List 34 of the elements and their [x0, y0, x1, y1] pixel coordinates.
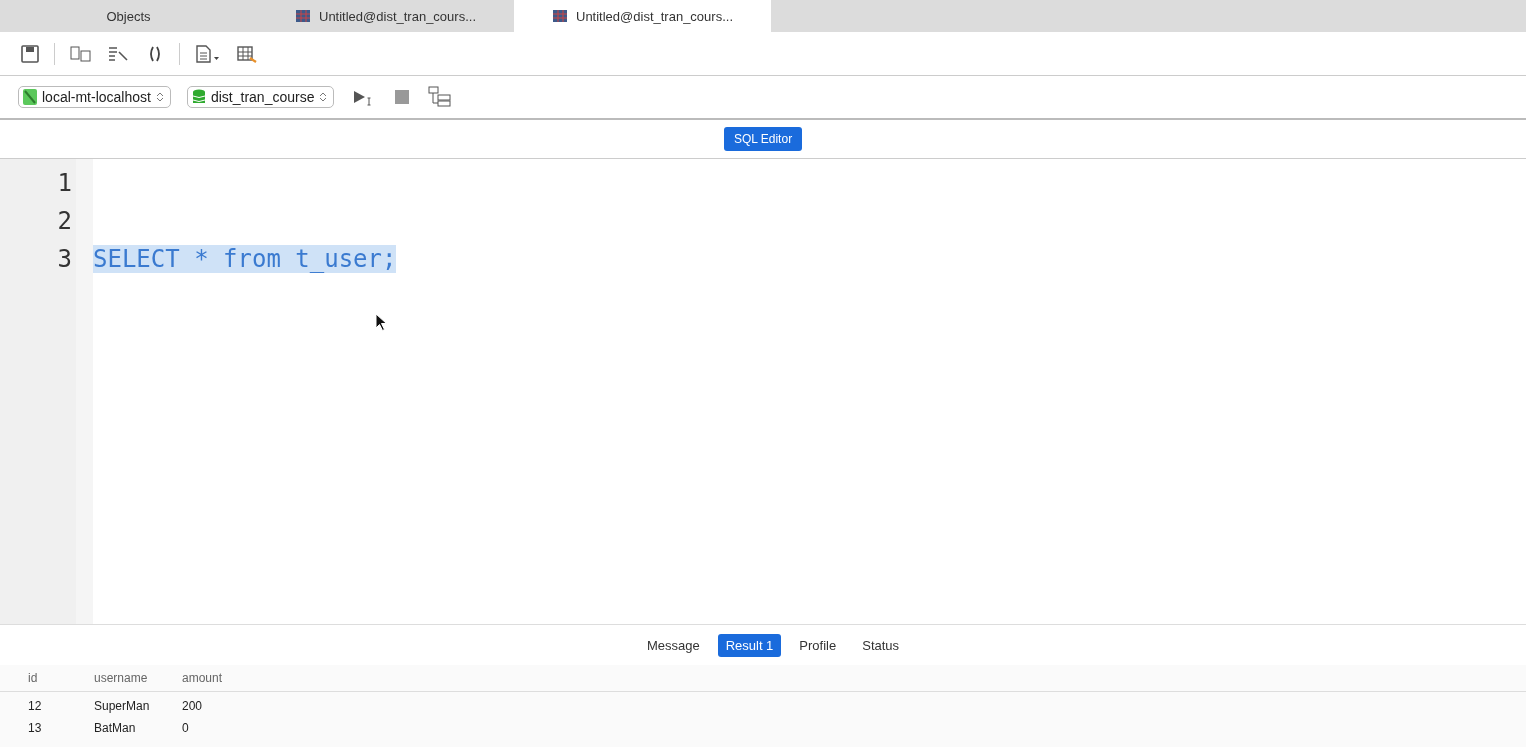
editor-tab[interactable]: Untitled@dist_tran_cours... [257, 0, 514, 32]
document-dropdown-icon[interactable] [194, 43, 222, 64]
table-cell-text: 13 [28, 721, 43, 735]
result-tab[interactable]: Status [854, 633, 908, 657]
result-tab[interactable]: Result 1 [717, 633, 782, 657]
database-icon [191, 89, 206, 105]
stepper-icon [155, 91, 164, 103]
editor-tab[interactable]: Objects [0, 0, 257, 32]
stepper-icon [319, 91, 328, 103]
line-number: 3 [56, 244, 73, 275]
sql-editor-label: SQL Editor [723, 127, 803, 151]
stop-icon[interactable] [394, 89, 411, 105]
result-tab[interactable]: Profile [791, 633, 845, 657]
mouse-pointer-icon [375, 313, 387, 331]
editor-tab[interactable]: Untitled@dist_tran_cours... [514, 0, 771, 32]
connection-select[interactable]: local-mt-localhost [18, 86, 171, 108]
result-tab[interactable]: Message [638, 633, 708, 657]
database-select[interactable]: dist_tran_course [186, 86, 335, 108]
split-panel-icon[interactable] [69, 43, 93, 64]
connection-icon [23, 89, 37, 105]
line-number: 2 [56, 206, 73, 237]
table-cell-text: 0 [182, 721, 190, 735]
save-icon[interactable] [20, 43, 40, 64]
explain-icon[interactable] [428, 86, 453, 108]
line-number: 1 [56, 168, 73, 199]
table-icon [295, 8, 311, 24]
column-header: id [28, 671, 39, 685]
table-cell-text: 12 [28, 699, 43, 713]
column-header: amount [182, 671, 224, 685]
table-cell-text: 200 [182, 699, 204, 713]
table-cell-text: BatMan [94, 721, 137, 735]
table-icon [552, 8, 568, 24]
table-cell-text: SuperMan [94, 699, 151, 713]
column-header: username [94, 671, 149, 685]
